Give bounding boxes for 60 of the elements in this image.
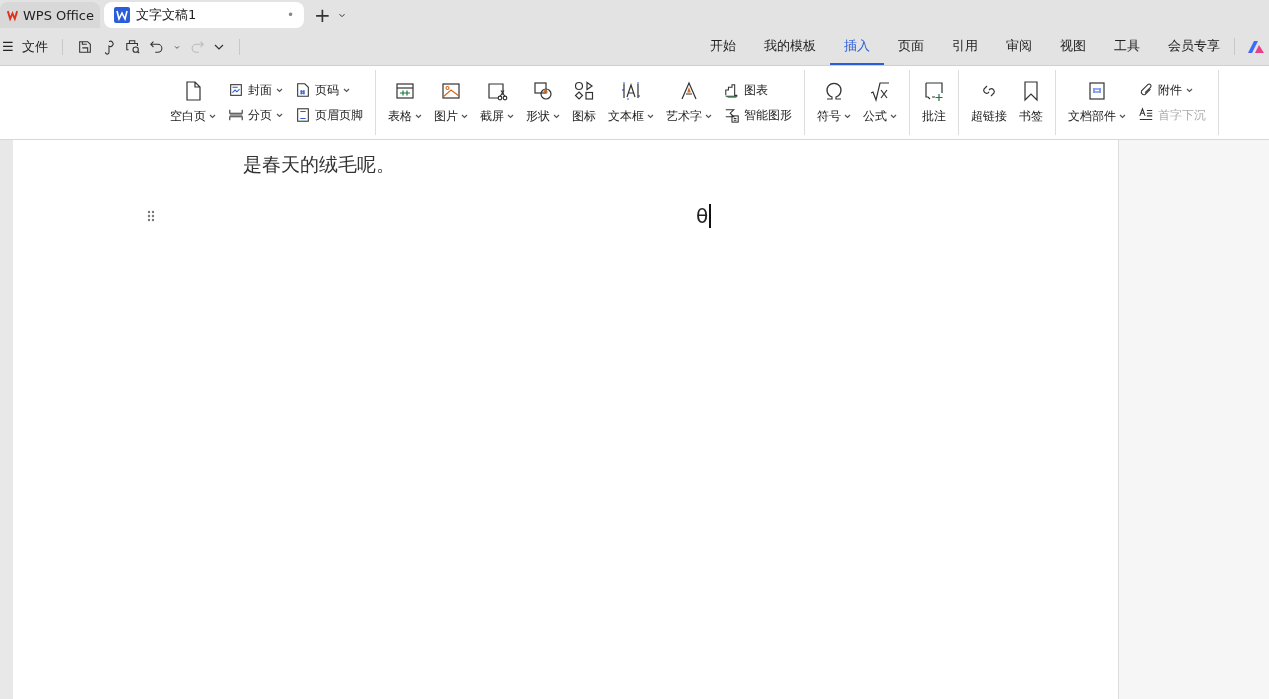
ribbon-tab[interactable]: 开始 bbox=[696, 28, 750, 65]
ribbon-button[interactable]: 图表 bbox=[724, 81, 792, 99]
paperclip-icon bbox=[1138, 82, 1154, 98]
formula-icon bbox=[869, 80, 891, 102]
image-icon bbox=[440, 80, 462, 102]
ribbon-button[interactable]: 分页 bbox=[228, 106, 283, 124]
text-box-icon bbox=[620, 80, 642, 102]
ribbon-tab[interactable]: 引用 bbox=[938, 28, 992, 65]
icons-grid-icon bbox=[573, 80, 595, 102]
ribbon-button[interactable]: 封面 bbox=[228, 81, 283, 99]
ribbon-button[interactable]: 文档部件 bbox=[1064, 70, 1130, 135]
ribbon-button[interactable]: 批注 bbox=[918, 70, 950, 135]
ribbon-tab[interactable]: 视图 bbox=[1046, 28, 1100, 65]
ribbon-button[interactable]: 智能图形 bbox=[724, 106, 792, 124]
drop-cap-icon bbox=[1138, 107, 1154, 123]
table-icon bbox=[394, 80, 416, 102]
ribbon-tab[interactable]: 我的模板 bbox=[750, 28, 830, 65]
ribbon-button[interactable]: 图片 bbox=[430, 70, 472, 135]
cover-icon bbox=[228, 82, 244, 98]
ribbon-button[interactable]: 附件 bbox=[1138, 81, 1206, 99]
comment-add-icon bbox=[923, 80, 945, 102]
shapes-icon bbox=[532, 80, 554, 102]
ribbon-button[interactable]: 公式 bbox=[859, 70, 901, 135]
document-parts-icon bbox=[1086, 80, 1108, 102]
ribbon-button[interactable]: 空白页 bbox=[166, 70, 220, 135]
new-tab-button[interactable]: + bbox=[314, 3, 331, 27]
writer-doc-icon bbox=[114, 7, 130, 23]
ribbon-button[interactable]: 艺术字 bbox=[662, 70, 716, 135]
ribbon-tab[interactable]: 工具 bbox=[1100, 28, 1154, 65]
ribbon-button[interactable]: 书签 bbox=[1015, 70, 1047, 135]
app-tab[interactable]: 文字文稿1 • bbox=[104, 2, 304, 28]
ribbon-button[interactable]: 截屏 bbox=[476, 70, 518, 135]
ribbon-button[interactable]: 页眉页脚 bbox=[295, 106, 363, 124]
header-footer-icon bbox=[295, 107, 311, 123]
ribbon-tab[interactable]: 页面 bbox=[884, 28, 938, 65]
ribbon-button[interactable]: 页码 bbox=[295, 81, 363, 99]
ribbon-button[interactable]: 文本框 bbox=[604, 70, 658, 135]
ribbon-button[interactable]: 符号 bbox=[813, 70, 855, 135]
document-text: θ bbox=[696, 204, 712, 228]
ai-logo-icon[interactable] bbox=[1247, 39, 1265, 54]
ribbon-tab[interactable]: 会员专享 bbox=[1154, 28, 1234, 65]
drag-handle-icon[interactable] bbox=[147, 210, 155, 222]
save-icon bbox=[76, 38, 93, 55]
app-tab[interactable]: WPS Office bbox=[0, 2, 100, 28]
ribbon-button[interactable]: 形状 bbox=[522, 70, 564, 135]
file-menu[interactable]: 文件 bbox=[21, 37, 48, 56]
ribbon-button[interactable]: 表格 bbox=[384, 70, 426, 135]
page-number-icon bbox=[295, 82, 311, 98]
bar-chart-icon bbox=[724, 82, 740, 98]
ribbon-button[interactable]: 超链接 bbox=[967, 70, 1011, 135]
document-text: 是春天的绒毛呢。 bbox=[243, 153, 396, 177]
wps-logo-icon bbox=[6, 8, 19, 22]
omega-icon bbox=[823, 80, 845, 102]
menu-icon[interactable]: ☰ bbox=[2, 39, 14, 54]
page-break-icon bbox=[228, 107, 244, 123]
ribbon-tab[interactable]: 审阅 bbox=[992, 28, 1046, 65]
ribbon-button[interactable]: 图标 bbox=[568, 70, 600, 135]
print-preview-icon bbox=[124, 38, 141, 55]
scissors-icon bbox=[486, 80, 508, 102]
close-dot-icon[interactable]: • bbox=[286, 8, 294, 22]
